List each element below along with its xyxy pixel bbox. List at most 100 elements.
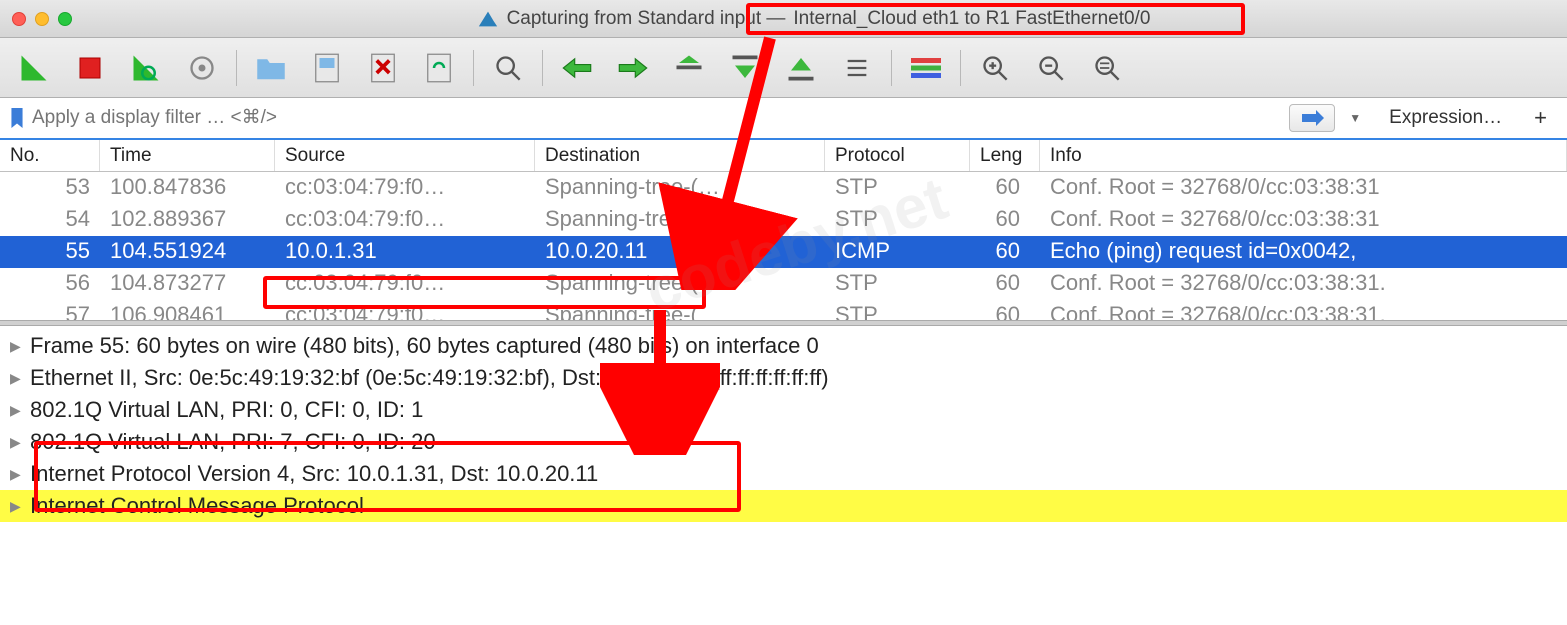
cell-no: 54 — [0, 204, 100, 236]
cell-time: 100.847836 — [100, 172, 275, 204]
column-header-length[interactable]: Leng — [970, 140, 1040, 171]
detail-row[interactable]: ▶Internet Protocol Version 4, Src: 10.0.… — [0, 458, 1567, 490]
cell-source: cc:03:04:79:f0… — [275, 204, 535, 236]
column-header-no[interactable]: No. — [0, 140, 100, 171]
reload-file-button[interactable] — [413, 46, 465, 90]
cell-destination: Spanning-tree-(… — [535, 172, 825, 204]
cell-destination: Spanning-tree-( — [535, 300, 825, 320]
detail-text: Internet Protocol Version 4, Src: 10.0.1… — [30, 459, 598, 489]
window-title: Capturing from Standard input — Internal… — [72, 8, 1555, 30]
expression-button[interactable]: Expression… — [1375, 107, 1516, 129]
expand-icon[interactable]: ▶ — [10, 491, 30, 521]
cell-length: 60 — [970, 172, 1040, 204]
cell-length: 60 — [970, 300, 1040, 320]
packet-list-header: No. Time Source Destination Protocol Len… — [0, 140, 1567, 172]
packet-row[interactable]: 55104.55192410.0.1.3110.0.20.11ICMP60Ech… — [0, 236, 1567, 268]
goto-last-button[interactable] — [775, 46, 827, 90]
cell-info: Echo (ping) request id=0x0042, — [1040, 236, 1567, 268]
cell-protocol: STP — [825, 172, 970, 204]
cell-info: Conf. Root = 32768/0/cc:03:38:31 — [1040, 204, 1567, 236]
packet-row[interactable]: 57106.908461cc:03:04:79:f0…Spanning-tree… — [0, 300, 1567, 320]
separator-icon — [236, 50, 237, 86]
zoom-reset-button[interactable] — [1081, 46, 1133, 90]
add-filter-button[interactable]: + — [1524, 105, 1557, 131]
cell-info: Conf. Root = 32768/0/cc:03:38:31 — [1040, 172, 1567, 204]
cell-source: cc:03:04:79:f0… — [275, 172, 535, 204]
packet-details[interactable]: ▶Frame 55: 60 bytes on wire (480 bits), … — [0, 326, 1567, 526]
go-back-button[interactable] — [551, 46, 603, 90]
titlebar: Capturing from Standard input — Internal… — [0, 0, 1567, 38]
cell-time: 106.908461 — [100, 300, 275, 320]
capture-options-button[interactable] — [176, 46, 228, 90]
go-forward-button[interactable] — [607, 46, 659, 90]
zoom-out-button[interactable] — [1025, 46, 1077, 90]
open-file-button[interactable] — [245, 46, 297, 90]
goto-first-button[interactable] — [719, 46, 771, 90]
packet-row[interactable]: 56104.873277cc:03:04:79:f0…Spanning-tree… — [0, 268, 1567, 300]
column-header-destination[interactable]: Destination — [535, 140, 825, 171]
filter-history-dropdown[interactable]: ▼ — [1349, 111, 1361, 125]
column-header-info[interactable]: Info — [1040, 140, 1567, 171]
cell-no: 57 — [0, 300, 100, 320]
cell-length: 60 — [970, 204, 1040, 236]
cell-info: Conf. Root = 32768/0/cc:03:38:31. — [1040, 268, 1567, 300]
auto-scroll-button[interactable] — [831, 46, 883, 90]
expand-icon[interactable]: ▶ — [10, 331, 30, 361]
title-prefix: Capturing from Standard input — — [507, 8, 786, 30]
cell-time: 104.873277 — [100, 268, 275, 300]
column-header-protocol[interactable]: Protocol — [825, 140, 970, 171]
detail-text: 802.1Q Virtual LAN, PRI: 7, CFI: 0, ID: … — [30, 427, 436, 457]
filter-bar: ▼ Expression… + — [0, 98, 1567, 140]
cell-protocol: STP — [825, 204, 970, 236]
goto-packet-button[interactable] — [663, 46, 715, 90]
cell-no: 56 — [0, 268, 100, 300]
detail-row[interactable]: ▶802.1Q Virtual LAN, PRI: 0, CFI: 0, ID:… — [0, 394, 1567, 426]
window-controls — [12, 12, 72, 26]
colorize-button[interactable] — [900, 46, 952, 90]
column-header-time[interactable]: Time — [100, 140, 275, 171]
cell-protocol: ICMP — [825, 236, 970, 268]
detail-text: Frame 55: 60 bytes on wire (480 bits), 6… — [30, 331, 819, 361]
separator-icon — [473, 50, 474, 86]
detail-text: Ethernet II, Src: 0e:5c:49:19:32:bf (0e:… — [30, 363, 829, 393]
cell-length: 60 — [970, 236, 1040, 268]
start-capture-button[interactable] — [8, 46, 60, 90]
column-header-source[interactable]: Source — [275, 140, 535, 171]
cell-source: cc:03:04:79:f0… — [275, 300, 535, 320]
cell-no: 55 — [0, 236, 100, 268]
close-window-button[interactable] — [12, 12, 26, 26]
separator-icon — [891, 50, 892, 86]
cell-destination: Spanning-tree-(… — [535, 268, 825, 300]
cell-protocol: STP — [825, 300, 970, 320]
minimize-window-button[interactable] — [35, 12, 49, 26]
expand-icon[interactable]: ▶ — [10, 395, 30, 425]
detail-row[interactable]: ▶802.1Q Virtual LAN, PRI: 7, CFI: 0, ID:… — [0, 426, 1567, 458]
expand-icon[interactable]: ▶ — [10, 363, 30, 393]
save-file-button[interactable] — [301, 46, 353, 90]
expand-icon[interactable]: ▶ — [10, 427, 30, 457]
title-suffix: Internal_Cloud eth1 to R1 FastEthernet0/… — [793, 8, 1150, 30]
cell-no: 53 — [0, 172, 100, 204]
toolbar — [0, 38, 1567, 98]
cell-time: 102.889367 — [100, 204, 275, 236]
separator-icon — [960, 50, 961, 86]
restart-capture-button[interactable] — [120, 46, 172, 90]
separator-icon — [542, 50, 543, 86]
bookmark-icon[interactable] — [10, 108, 24, 128]
maximize-window-button[interactable] — [58, 12, 72, 26]
detail-row[interactable]: ▶Frame 55: 60 bytes on wire (480 bits), … — [0, 330, 1567, 362]
close-file-button[interactable] — [357, 46, 409, 90]
packet-list[interactable]: 53100.847836cc:03:04:79:f0…Spanning-tree… — [0, 172, 1567, 320]
display-filter-input[interactable] — [32, 107, 1281, 129]
packet-row[interactable]: 54102.889367cc:03:04:79:f0…Spanning-tree… — [0, 204, 1567, 236]
zoom-in-button[interactable] — [969, 46, 1021, 90]
detail-row[interactable]: ▶Ethernet II, Src: 0e:5c:49:19:32:bf (0e… — [0, 362, 1567, 394]
apply-filter-button[interactable] — [1289, 104, 1335, 132]
detail-row[interactable]: ▶Internet Control Message Protocol — [0, 490, 1567, 522]
find-packet-button[interactable] — [482, 46, 534, 90]
detail-text: 802.1Q Virtual LAN, PRI: 0, CFI: 0, ID: … — [30, 395, 423, 425]
stop-capture-button[interactable] — [64, 46, 116, 90]
packet-row[interactable]: 53100.847836cc:03:04:79:f0…Spanning-tree… — [0, 172, 1567, 204]
expand-icon[interactable]: ▶ — [10, 459, 30, 489]
cell-source: 10.0.1.31 — [275, 236, 535, 268]
